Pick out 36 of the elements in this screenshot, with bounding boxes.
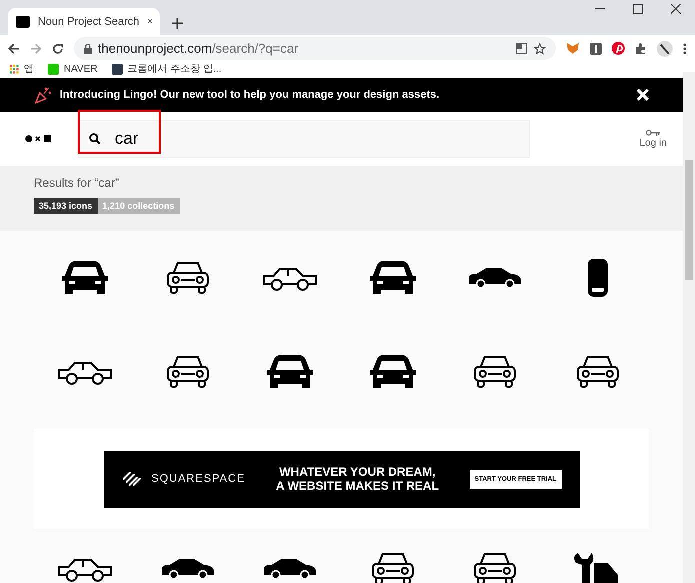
banner-text: Introducing Lingo! Our new tool to help you manage your design assets. [60, 89, 441, 101]
search-icon [89, 133, 101, 145]
key-icon [646, 130, 660, 136]
results-heading: Results for “car” [34, 176, 120, 190]
site-icon [16, 16, 30, 28]
bookmark[interactable]: 앱 [10, 62, 34, 76]
close-icon[interactable] [671, 4, 681, 14]
n-logo-icon [48, 64, 59, 74]
extension-icon[interactable] [590, 42, 602, 54]
avatar-icon[interactable] [657, 40, 673, 56]
lock-icon [84, 44, 92, 54]
icons-tab[interactable]: 35,193 icons [34, 198, 98, 214]
ad-brand: SQUARESPACE [152, 473, 246, 485]
apps-icon [10, 64, 19, 74]
back-icon[interactable] [8, 42, 20, 54]
search-field[interactable]: car [78, 120, 530, 158]
party-popper-icon [34, 85, 54, 105]
close-icon[interactable] [148, 17, 152, 26]
menu-icon[interactable] [683, 42, 687, 54]
bookmark[interactable]: NAVER [48, 64, 98, 74]
bookmark[interactable]: 크롬에서 주소창 입... [112, 62, 222, 76]
login-link[interactable]: Log in [640, 130, 667, 148]
address-bar[interactable]: thenounproject.com/search/?q=car [74, 37, 556, 60]
reload-icon[interactable] [52, 42, 64, 54]
puzzle-icon[interactable] [635, 42, 647, 54]
scrollbar-thumb[interactable] [685, 160, 693, 280]
logo-icon[interactable] [25, 135, 53, 143]
ad-headline: WHATEVER YOUR DREAM, A WEBSITE MAKES IT REAL [275, 465, 440, 493]
browser-tab[interactable]: Noun Project Search [8, 8, 160, 35]
c-logo-icon [112, 64, 123, 74]
squarespace-logo-icon [122, 471, 142, 487]
maximize-icon[interactable] [633, 4, 643, 14]
pin-icon[interactable] [612, 42, 625, 55]
fox-icon[interactable] [566, 42, 580, 55]
star-icon[interactable] [534, 42, 546, 54]
plus-icon[interactable] [172, 18, 183, 29]
